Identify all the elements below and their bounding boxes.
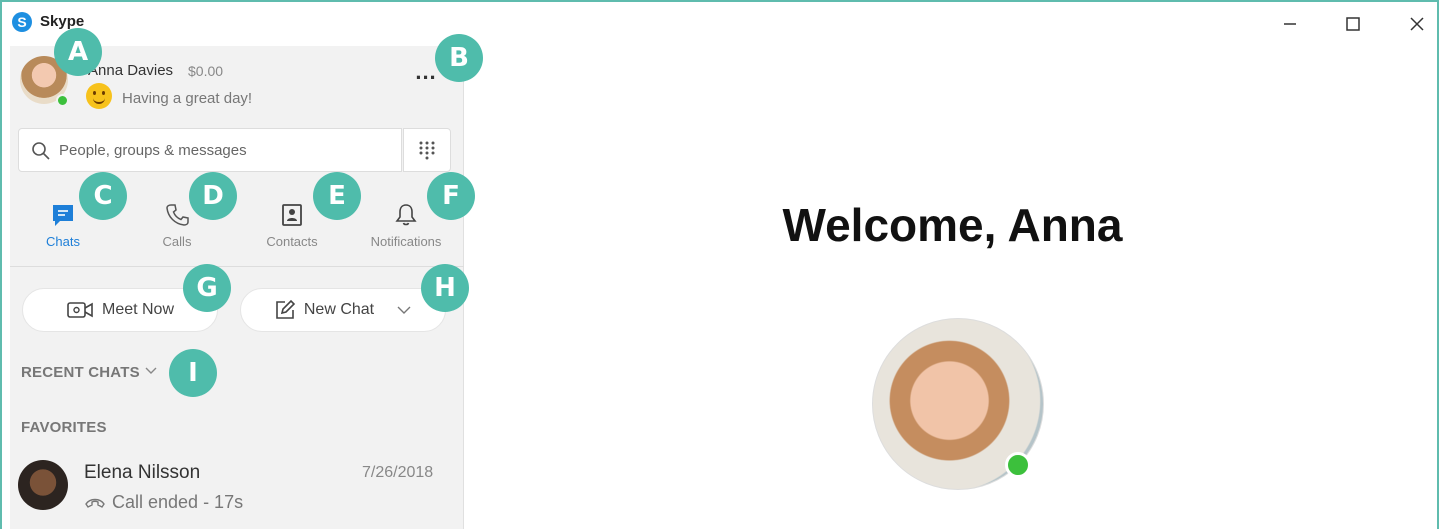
skype-credit[interactable]: $0.00 bbox=[188, 63, 223, 79]
recent-chats-header[interactable]: RECENT CHATS bbox=[21, 364, 158, 381]
tab-label-chats: Chats bbox=[46, 234, 80, 249]
minimize-icon bbox=[1284, 23, 1296, 25]
search-input[interactable] bbox=[59, 129, 389, 171]
bell-icon bbox=[395, 204, 417, 226]
callout-a: A bbox=[54, 28, 102, 76]
mood-message[interactable]: Having a great day! bbox=[122, 90, 252, 107]
callout-h: H bbox=[421, 264, 469, 312]
video-camera-icon bbox=[67, 302, 93, 318]
meet-now-label: Meet Now bbox=[101, 301, 175, 318]
title-bar: S Skype bbox=[2, 2, 1437, 44]
new-chat-label: New Chat bbox=[303, 301, 375, 318]
compose-icon bbox=[276, 299, 296, 319]
smiley-icon bbox=[86, 83, 112, 109]
skype-logo-icon: S bbox=[12, 12, 32, 32]
new-chat-button[interactable]: New Chat bbox=[240, 288, 446, 332]
callout-g: G bbox=[183, 264, 231, 312]
chat-icon bbox=[53, 205, 73, 226]
list-item[interactable]: Elena Nilsson 7/26/2018 Call ended - 17s bbox=[10, 450, 464, 520]
search-icon bbox=[32, 142, 50, 160]
callout-f: F bbox=[427, 172, 475, 220]
chat-status: Call ended - 17s bbox=[112, 492, 244, 512]
skype-window: S Skype Anna Davies $0.00 Having a great… bbox=[0, 0, 1439, 529]
profile-name[interactable]: Anna Davies bbox=[88, 62, 173, 79]
dialpad-icon bbox=[419, 141, 435, 160]
contacts-icon bbox=[282, 204, 302, 226]
chat-date: 7/26/2018 bbox=[362, 464, 434, 481]
callout-e: E bbox=[313, 172, 361, 220]
close-icon bbox=[1410, 17, 1424, 31]
dialpad-button[interactable] bbox=[403, 128, 451, 172]
chevron-down-icon bbox=[145, 367, 157, 374]
favorites-header: FAVORITES bbox=[21, 419, 107, 436]
callout-i: I bbox=[169, 349, 217, 397]
maximize-icon bbox=[1346, 17, 1360, 31]
divider bbox=[10, 266, 464, 267]
welcome-title: Welcome, Anna bbox=[782, 199, 1123, 251]
maximize-button[interactable] bbox=[1333, 10, 1373, 38]
contact-name: Elena Nilsson bbox=[84, 462, 201, 483]
phone-icon bbox=[166, 204, 189, 226]
presence-indicator bbox=[1005, 452, 1031, 478]
recent-chats-label: RECENT CHATS bbox=[21, 364, 140, 381]
presence-indicator bbox=[56, 94, 69, 107]
tab-label-notifications: Notifications bbox=[370, 234, 442, 249]
close-button[interactable] bbox=[1397, 10, 1437, 38]
callout-b: B bbox=[435, 34, 483, 82]
callout-c: C bbox=[79, 172, 127, 220]
tab-label-calls: Calls bbox=[162, 234, 192, 249]
search-box[interactable] bbox=[18, 128, 402, 172]
minimize-button[interactable] bbox=[1270, 10, 1310, 38]
tab-label-contacts: Contacts bbox=[266, 234, 318, 249]
sidebar: Anna Davies $0.00 Having a great day! ..… bbox=[10, 46, 464, 529]
call-ended-icon bbox=[85, 498, 105, 508]
contact-avatar bbox=[18, 460, 68, 510]
chevron-down-icon[interactable] bbox=[396, 302, 412, 318]
callout-d: D bbox=[189, 172, 237, 220]
